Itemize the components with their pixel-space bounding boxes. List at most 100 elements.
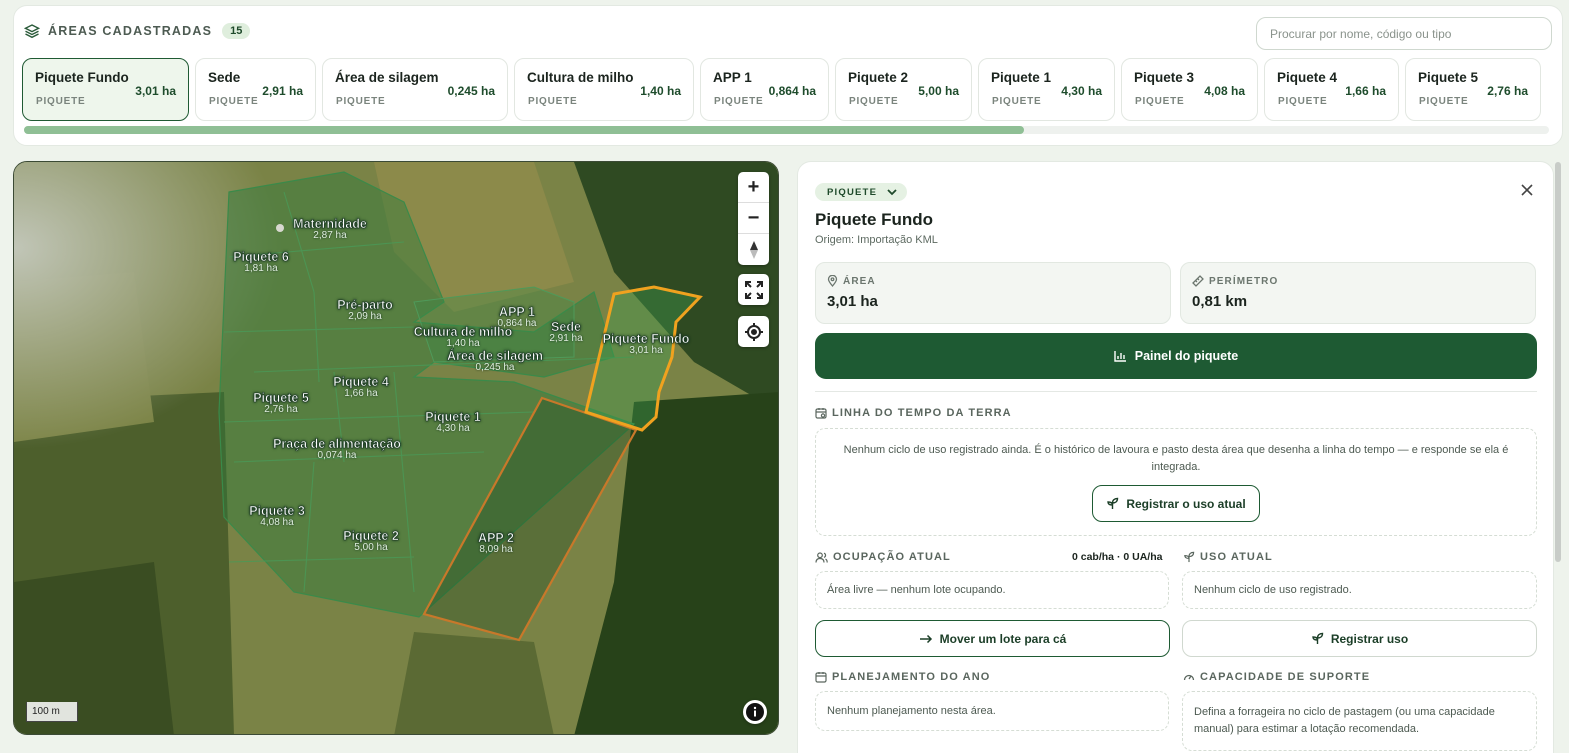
move-lot-button[interactable]: Mover um lote para cá (815, 620, 1170, 657)
capacity-message: Defina a forrageira no ciclo de pastagem… (1194, 706, 1495, 735)
area-card-piquete-3[interactable]: Piquete 3 PIQUETE 4,08 ha (1121, 58, 1258, 121)
area-card-type: PIQUETE (1135, 96, 1185, 107)
area-card-area: 0,864 ha (768, 84, 816, 98)
area-card-area: 2,91 ha (262, 84, 303, 98)
occupation-stats: 0 cab/ha · 0 UA/ha (1072, 551, 1163, 563)
area-type-selector[interactable]: PIQUETE (815, 183, 908, 201)
cards-scrollbar-thumb[interactable] (24, 126, 1024, 134)
divider (815, 391, 1537, 392)
bar-chart-icon (1114, 351, 1126, 362)
paddock-dashboard-button[interactable]: Painel do piquete (815, 333, 1537, 379)
satellite-map[interactable]: Maternidade 2,87 ha Piquete 6 1,81 ha Pré-… (13, 161, 779, 735)
locate-button[interactable] (738, 316, 769, 347)
ruler-icon (1192, 275, 1204, 287)
zoom-out-button[interactable]: − (738, 203, 769, 234)
area-card-app-1[interactable]: APP 1 PIQUETE 0,864 ha (700, 58, 829, 121)
area-stat-label: ÁREA (843, 275, 876, 287)
register-use-button[interactable]: Registrar uso (1182, 620, 1537, 657)
area-card-sede[interactable]: Sede PIQUETE 2,91 ha (195, 58, 316, 121)
fullscreen-icon (744, 280, 763, 299)
compass-icon (749, 240, 758, 259)
close-icon[interactable] (1519, 182, 1535, 198)
areas-count-badge: 15 (222, 23, 251, 39)
area-card-piquete-1[interactable]: Piquete 1 PIQUETE 4,30 ha (978, 58, 1115, 121)
area-title: Piquete Fundo (815, 210, 934, 229)
sprout-icon (1107, 497, 1119, 509)
area-card-piquete-fundo[interactable]: Piquete Fundo PIQUETE 3,01 ha (22, 58, 189, 121)
area-card-type: PIQUETE (209, 96, 259, 107)
area-type-label: PIQUETE (827, 186, 878, 198)
attribution-info-button[interactable] (743, 700, 767, 724)
area-card-name: Piquete 4 (1277, 70, 1338, 85)
map-pin-icon (827, 275, 838, 287)
area-card-type: PIQUETE (36, 96, 86, 107)
sprout-icon (1312, 632, 1324, 644)
area-card-piquete-5[interactable]: Piquete 5 PIQUETE 2,76 ha (1405, 58, 1541, 121)
zoom-in-button[interactable]: + (738, 172, 769, 203)
area-cards-list: Piquete Fundo PIQUETE 3,01 ha Sede PIQUE… (22, 58, 1562, 122)
chevron-down-icon (887, 188, 897, 195)
areas-panel: ÁREAS CADASTRADAS 15 Piquete Fundo PIQUE… (13, 5, 1563, 146)
area-card-name: Piquete 3 (1134, 70, 1195, 85)
current-use-section-title: USO ATUAL (1183, 551, 1273, 563)
map-scale: 100 m (26, 702, 78, 722)
area-card-area: 5,00 ha (918, 84, 959, 98)
area-card-area: 4,30 ha (1061, 84, 1102, 98)
perimeter-stat-value: 0,81 km (1192, 293, 1248, 310)
area-card-type: PIQUETE (528, 96, 578, 107)
area-origin: Origem: Importação KML (815, 234, 938, 246)
detail-scrollbar[interactable] (1555, 162, 1561, 562)
area-card-type: PIQUETE (714, 96, 764, 107)
area-card-name: Área de silagem (335, 70, 439, 85)
gauge-icon (1183, 674, 1195, 681)
area-card-name: Piquete 2 (848, 70, 909, 85)
sprout-icon (1184, 551, 1195, 563)
area-card-name: Piquete 5 (1418, 70, 1479, 85)
area-card-name: Piquete 1 (991, 70, 1052, 85)
capacity-section-title: CAPACIDADE DE SUPORTE (1183, 671, 1370, 683)
perimeter-stat-card: PERÍMETRO 0,81 km (1180, 262, 1536, 324)
arrow-right-icon (919, 634, 932, 643)
occupation-section-title: OCUPAÇÃO ATUAL (815, 551, 951, 563)
areas-header: ÁREAS CADASTRADAS 15 (24, 23, 251, 39)
area-card-name: Piquete Fundo (35, 70, 129, 85)
area-card-area-de-silagem[interactable]: Área de silagem PIQUETE 0,245 ha (322, 58, 508, 121)
timeline-empty-message: Nenhum ciclo de uso registrado ainda. É … (843, 444, 1509, 473)
compass-button[interactable] (738, 234, 769, 265)
layers-icon (24, 24, 40, 39)
area-card-area: 3,01 ha (135, 84, 176, 98)
area-card-type: PIQUETE (992, 96, 1042, 107)
area-search-input[interactable] (1256, 17, 1552, 50)
timeline-section-title: LINHA DO TEMPO DA TERRA (815, 407, 1012, 419)
area-card-name: APP 1 (713, 70, 752, 85)
area-stat-value: 3,01 ha (827, 293, 878, 310)
map-imagery (14, 162, 778, 734)
area-card-piquete-4[interactable]: Piquete 4 PIQUETE 1,66 ha (1264, 58, 1399, 121)
area-card-cultura-de-milho[interactable]: Cultura de milho PIQUETE 1,40 ha (514, 58, 694, 121)
area-detail-panel: PIQUETE Piquete Fundo Origem: Importação… (797, 161, 1554, 753)
area-stat-card: ÁREA 3,01 ha (815, 262, 1171, 324)
users-icon (815, 551, 828, 563)
area-card-type: PIQUETE (1419, 96, 1469, 107)
area-card-area: 4,08 ha (1204, 84, 1245, 98)
locate-icon (744, 322, 763, 341)
area-card-type: PIQUETE (849, 96, 899, 107)
area-card-name: Cultura de milho (527, 70, 634, 85)
perimeter-stat-label: PERÍMETRO (1209, 275, 1279, 287)
area-card-area: 1,40 ha (640, 84, 681, 98)
fullscreen-button[interactable] (738, 274, 769, 305)
area-card-piquete-2[interactable]: Piquete 2 PIQUETE 5,00 ha (835, 58, 972, 121)
area-card-area: 0,245 ha (447, 84, 495, 98)
calendar-icon (815, 672, 827, 683)
area-card-type: PIQUETE (336, 96, 386, 107)
area-card-name: Sede (208, 70, 241, 85)
map-zoom-controls: + − (738, 172, 769, 265)
occupation-empty-message: Área livre — nenhum lote ocupando. (827, 584, 1006, 596)
calendar-clock-icon (815, 408, 827, 419)
cards-scrollbar[interactable] (24, 126, 1549, 134)
area-card-area: 2,76 ha (1487, 84, 1528, 98)
areas-title: ÁREAS CADASTRADAS (48, 24, 213, 38)
area-card-area: 1,66 ha (1345, 84, 1386, 98)
register-current-use-button[interactable]: Registrar o uso atual (1092, 485, 1260, 522)
planning-section-title: PLANEJAMENTO DO ANO (815, 671, 990, 683)
